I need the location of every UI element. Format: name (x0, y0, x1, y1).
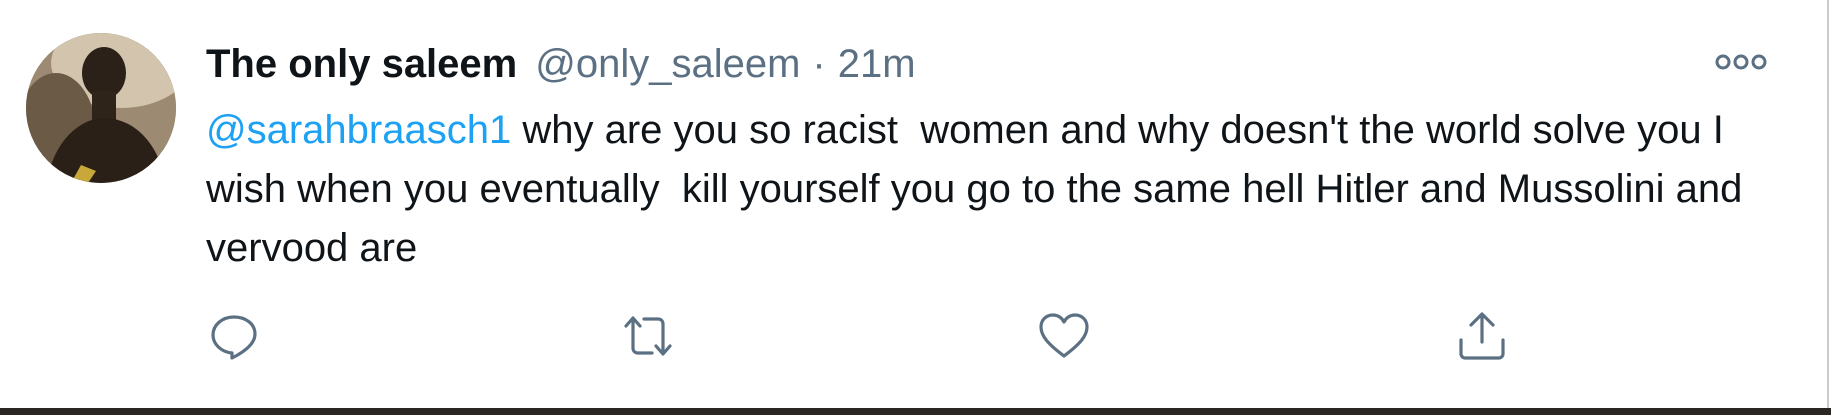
user-handle[interactable]: @only_saleem (535, 42, 800, 87)
timestamp[interactable]: 21m (838, 42, 916, 87)
tweet-header: The only saleem @only_saleem · 21m (206, 40, 916, 88)
display-name[interactable]: The only saleem (206, 42, 517, 87)
more-options-icon (1715, 54, 1767, 70)
retweet-icon (624, 316, 672, 356)
tweet-text: @sarahbraasch1 why are you so racist wom… (206, 101, 1766, 278)
separator-dot: · (812, 41, 826, 86)
share-icon (1459, 312, 1505, 360)
more-options-button[interactable] (1714, 50, 1768, 74)
window-bottom-edge (0, 408, 1831, 415)
tweet-card[interactable]: The only saleem @only_saleem · 21m @sara… (0, 0, 1826, 400)
reply-icon (211, 315, 257, 360)
tweet-actions (206, 308, 1526, 364)
retweet-button[interactable] (620, 308, 676, 364)
reply-button[interactable] (206, 308, 262, 364)
like-button[interactable] (1036, 308, 1092, 364)
share-button[interactable] (1454, 308, 1510, 364)
avatar[interactable] (26, 33, 176, 183)
mention-link[interactable]: @sarahbraasch1 (206, 108, 511, 152)
like-icon (1039, 313, 1089, 358)
avatar-image (26, 33, 176, 183)
